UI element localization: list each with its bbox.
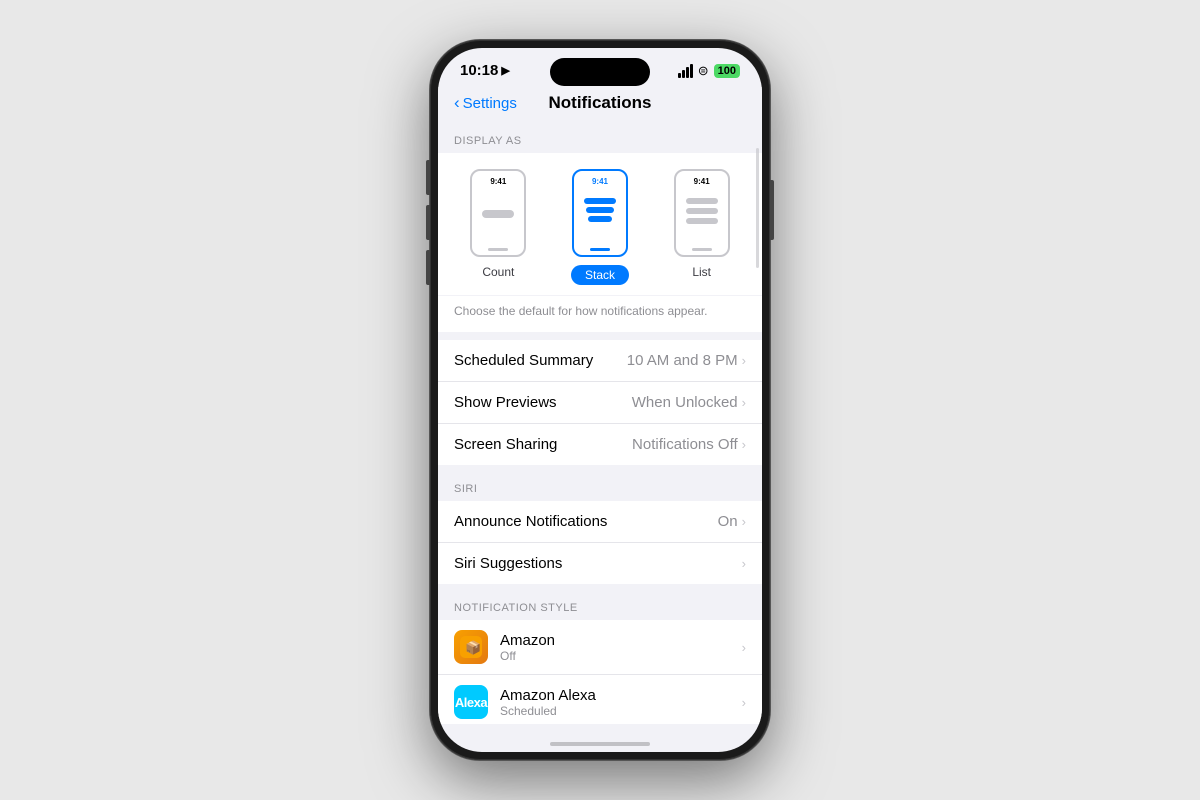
display-options: 9:41 Count 9:41 [438, 153, 762, 295]
siri-settings-group: Announce Notifications On › Siri Suggest… [438, 501, 762, 584]
count-time: 9:41 [490, 177, 506, 186]
screen-sharing-value-text: Notifications Off [632, 436, 738, 453]
count-label: Count [482, 265, 514, 279]
time-text: 10:18 [460, 62, 498, 79]
scheduled-summary-value: 10 AM and 8 PM › [627, 352, 746, 369]
signal-bar-3 [686, 67, 689, 78]
settings-group-main: Scheduled Summary 10 AM and 8 PM › Show … [438, 340, 762, 465]
stack-bar-3 [588, 216, 612, 222]
status-icons: ⊜ 100 [678, 63, 740, 79]
signal-bars [678, 64, 693, 78]
list-bars [686, 198, 718, 228]
scheduled-summary-label: Scheduled Summary [454, 352, 593, 369]
show-previews-row[interactable]: Show Previews When Unlocked › [438, 382, 762, 424]
screen-sharing-label: Screen Sharing [454, 436, 557, 453]
display-as-card: 9:41 Count 9:41 [438, 153, 762, 332]
amazon-alexa-row-chevron: › [742, 695, 746, 710]
svg-text:📦: 📦 [465, 640, 481, 655]
list-bar-3 [686, 218, 718, 224]
list-time: 9:41 [694, 177, 710, 186]
status-time: 10:18 ▶ [460, 62, 510, 79]
display-option-stack[interactable]: 9:41 Stack [571, 169, 629, 285]
scrollbar[interactable] [756, 148, 759, 268]
display-hint: Choose the default for how notifications… [438, 295, 762, 332]
back-button[interactable]: ‹ Settings [454, 93, 517, 113]
announce-notifications-value-text: On [718, 513, 738, 530]
amazon-app-status: Off [500, 649, 742, 663]
count-home-indicator [488, 248, 508, 251]
stack-time: 9:41 [592, 177, 608, 186]
scheduled-summary-row[interactable]: Scheduled Summary 10 AM and 8 PM › [438, 340, 762, 382]
signal-bar-2 [682, 70, 685, 78]
list-home-indicator [692, 248, 712, 251]
count-phone-icon: 9:41 [470, 169, 526, 257]
list-bar-1 [686, 198, 718, 204]
announce-notifications-chevron: › [742, 514, 746, 529]
back-label[interactable]: Settings [463, 95, 517, 112]
amazon-app-name: Amazon [500, 632, 742, 649]
siri-suggestions-chevron: › [742, 556, 746, 571]
announce-notifications-value: On › [718, 513, 746, 530]
announce-notifications-row[interactable]: Announce Notifications On › [438, 501, 762, 543]
amazon-alexa-app-name: Amazon Alexa [500, 687, 742, 704]
signal-bar-4 [690, 64, 693, 78]
list-bar-2 [686, 208, 718, 214]
notification-style-group: 📦 Amazon Off › Alexa Amazon Alexa [438, 620, 762, 724]
signal-bar-1 [678, 73, 681, 78]
stack-home-indicator [590, 248, 610, 251]
amazon-alexa-app-icon: Alexa [454, 685, 488, 719]
phone-screen: 10:18 ▶ ⊜ 100 ‹ Settings Notifications [438, 48, 762, 752]
nav-header: ‹ Settings Notifications [438, 87, 762, 125]
list-label: List [692, 265, 711, 279]
display-as-section-header: DISPLAY AS [438, 125, 762, 153]
show-previews-value: When Unlocked › [632, 394, 746, 411]
scheduled-summary-chevron: › [742, 353, 746, 368]
amazon-alexa-app-status: Scheduled [500, 704, 742, 718]
back-chevron-icon: ‹ [454, 93, 460, 113]
stack-phone-icon: 9:41 [572, 169, 628, 257]
siri-suggestions-row[interactable]: Siri Suggestions › [438, 543, 762, 584]
amazon-app-row[interactable]: 📦 Amazon Off › [438, 620, 762, 675]
scroll-content[interactable]: DISPLAY AS 9:41 Count [438, 125, 762, 724]
siri-section-header: SIRI [438, 473, 762, 501]
siri-suggestions-label: Siri Suggestions [454, 555, 562, 572]
volume-up-button[interactable] [426, 205, 430, 240]
notification-style-section-header: NOTIFICATION STYLE [438, 592, 762, 620]
announce-notifications-label: Announce Notifications [454, 513, 607, 530]
dynamic-island [550, 58, 650, 86]
show-previews-label: Show Previews [454, 394, 557, 411]
amazon-app-info: Amazon Off [500, 632, 742, 663]
home-indicator [550, 742, 650, 746]
amazon-alexa-app-row[interactable]: Alexa Amazon Alexa Scheduled › [438, 675, 762, 724]
count-bar [482, 210, 514, 218]
list-phone-icon: 9:41 [674, 169, 730, 257]
stack-label: Stack [571, 265, 629, 285]
wifi-icon: ⊜ [698, 63, 709, 79]
amazon-app-icon: 📦 [454, 630, 488, 664]
volume-down-button[interactable] [426, 250, 430, 285]
show-previews-value-text: When Unlocked [632, 394, 738, 411]
display-option-list[interactable]: 9:41 List [674, 169, 730, 285]
screen-sharing-chevron: › [742, 437, 746, 452]
stack-bar-2 [586, 207, 614, 213]
screen-sharing-row[interactable]: Screen Sharing Notifications Off › [438, 424, 762, 465]
phone-frame: 10:18 ▶ ⊜ 100 ‹ Settings Notifications [430, 40, 770, 760]
scheduled-summary-value-text: 10 AM and 8 PM [627, 352, 738, 369]
page-title: Notifications [549, 93, 652, 113]
stack-bars [584, 198, 616, 222]
location-icon: ▶ [501, 64, 509, 77]
battery-indicator: 100 [714, 64, 740, 78]
amazon-row-chevron: › [742, 640, 746, 655]
display-option-count[interactable]: 9:41 Count [470, 169, 526, 285]
amazon-alexa-app-info: Amazon Alexa Scheduled [500, 687, 742, 718]
screen-sharing-value: Notifications Off › [632, 436, 746, 453]
show-previews-chevron: › [742, 395, 746, 410]
stack-bar-1 [584, 198, 616, 204]
siri-suggestions-value: › [742, 556, 746, 571]
